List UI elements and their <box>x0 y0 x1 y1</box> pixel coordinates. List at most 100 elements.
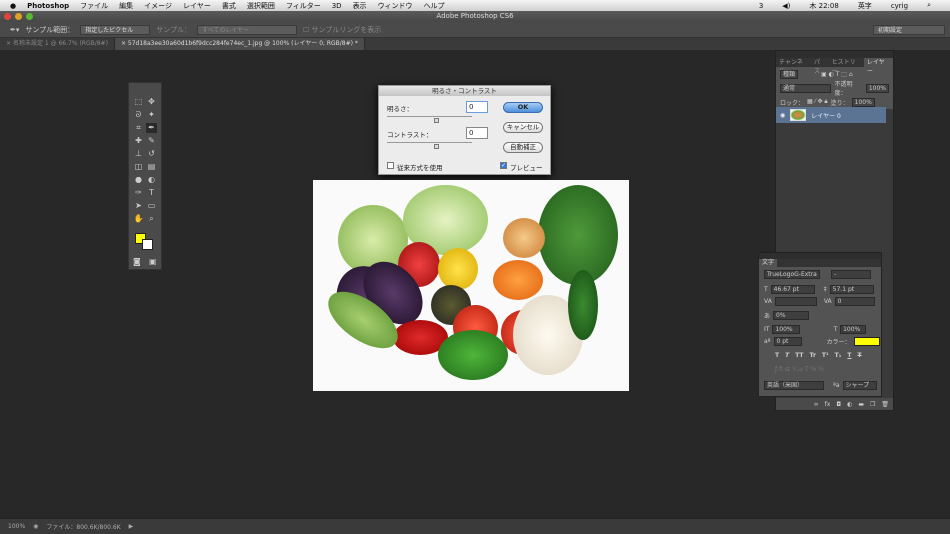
fx-icon[interactable]: fx <box>825 401 831 408</box>
panel-grip[interactable] <box>776 51 893 58</box>
adobe-status[interactable]: 3 <box>759 2 763 10</box>
all-caps-button[interactable]: TT <box>795 352 803 359</box>
document-canvas[interactable] <box>313 180 629 391</box>
lock-icons[interactable]: ▦ ⁄ ✥ 🔒︎ <box>807 98 828 106</box>
blend-mode-select[interactable]: 通常 <box>780 83 832 93</box>
adjustment-icon[interactable]: ◐ <box>847 401 852 408</box>
apple-icon[interactable]: ● <box>10 2 16 10</box>
subscript-button[interactable]: T₁ <box>835 352 842 359</box>
auto-button[interactable]: 自動補正 <box>503 142 543 153</box>
screen-mode-icon[interactable]: ▣ <box>149 257 157 267</box>
tracking-input[interactable]: 0 <box>834 297 875 306</box>
layer-filter-select[interactable]: 種類 <box>780 69 799 79</box>
opacity-input[interactable]: 100% <box>865 83 889 93</box>
menu-type[interactable]: 書式 <box>222 1 236 11</box>
small-caps-button[interactable]: Tr <box>810 352 816 359</box>
menu-layer[interactable]: レイヤー <box>183 1 211 11</box>
brightness-slider[interactable] <box>387 116 472 117</box>
kerning-select[interactable] <box>774 297 817 306</box>
menu-image[interactable]: イメージ <box>144 1 172 11</box>
user-name[interactable]: cyrig <box>891 2 908 10</box>
ok-button[interactable]: OK <box>503 102 543 113</box>
input-method[interactable]: 英字 <box>858 1 872 11</box>
hand-tool-icon[interactable]: ✋ <box>133 214 144 224</box>
menu-select[interactable]: 選択範囲 <box>247 1 275 11</box>
contrast-input[interactable]: 0 <box>466 127 488 139</box>
background-color-swatch[interactable] <box>142 239 153 250</box>
font-family-select[interactable]: TrueLogoG-Extra <box>764 270 820 279</box>
menu-photoshop[interactable]: Photoshop <box>27 2 69 10</box>
superscript-button[interactable]: T¹ <box>822 352 829 359</box>
sample-size-select[interactable]: 指定したピクセル <box>80 24 151 35</box>
brightness-input[interactable]: 0 <box>466 101 488 113</box>
preview-checkbox[interactable]: ✓ <box>500 162 507 169</box>
clock[interactable]: 木 22:08 <box>809 1 838 11</box>
spotlight-icon[interactable]: ⌕ <box>927 1 931 10</box>
pen-tool-icon[interactable]: ✑ <box>133 188 144 198</box>
vertical-scale-input[interactable]: 100% <box>772 325 801 334</box>
underline-button[interactable]: T <box>847 352 851 359</box>
faux-bold-button[interactable]: T <box>775 352 779 359</box>
tab-channels[interactable]: チャンネル <box>776 58 811 75</box>
filter-icons[interactable]: ▣ ◐ T ⬚ ⌂ <box>821 71 853 78</box>
menu-3d[interactable]: 3D <box>332 2 342 10</box>
contrast-slider[interactable] <box>387 142 472 143</box>
font-size-input[interactable]: 46.67 pt <box>770 285 815 294</box>
volume-icon[interactable]: ◀) <box>782 2 790 10</box>
new-layer-icon[interactable]: ❐ <box>870 401 875 408</box>
mask-icon[interactable]: ◘ <box>836 401 841 408</box>
crop-tool-icon[interactable]: ⌗ <box>133 123 144 133</box>
menu-window[interactable]: ウィンドウ <box>378 1 413 11</box>
stamp-tool-icon[interactable]: ⊥ <box>133 149 144 159</box>
gradient-tool-icon[interactable]: ▤ <box>146 162 157 172</box>
horizontal-scale-input[interactable]: 100% <box>840 325 867 334</box>
eye-icon[interactable]: ◉ <box>780 112 785 119</box>
antialias-select[interactable]: シャープ <box>842 381 877 390</box>
show-ring-checkbox[interactable]: ☐ サンプルリングを表示 <box>303 25 381 35</box>
tab-paths[interactable]: パス <box>811 58 829 75</box>
folder-icon[interactable]: ▬ <box>858 401 864 408</box>
font-style-select[interactable]: - <box>831 270 871 279</box>
language-select[interactable]: 英語（米国） <box>764 381 824 390</box>
tab-character[interactable]: 文字 <box>759 259 778 267</box>
marquee-tool-icon[interactable]: ⬚ <box>133 97 144 107</box>
close-button[interactable] <box>4 13 11 20</box>
layer-row[interactable]: ◉ レイヤー 0 <box>776 107 886 123</box>
fill-input[interactable]: 100% <box>851 97 875 107</box>
baseline-input[interactable]: 0 pt <box>773 337 802 346</box>
healing-brush-icon[interactable]: ✚ <box>133 136 144 146</box>
opentype-buttons[interactable]: ƒ ﬁ st ⅟ 𝒜 T ⅜ ½ <box>775 366 824 374</box>
dodge-tool-icon[interactable]: ◐ <box>146 175 157 185</box>
menu-edit[interactable]: 編集 <box>119 1 133 11</box>
lasso-tool-icon[interactable]: ᘐ <box>133 110 144 120</box>
menu-help[interactable]: ヘルプ <box>424 1 445 11</box>
move-tool-icon[interactable]: ✥ <box>146 97 157 107</box>
blur-tool-icon[interactable]: ● <box>133 175 144 185</box>
menu-view[interactable]: 表示 <box>353 1 367 11</box>
status-icon[interactable]: ◉ <box>33 523 38 530</box>
eraser-tool-icon[interactable]: ◫ <box>133 162 144 172</box>
menu-file[interactable]: ファイル <box>80 1 108 11</box>
brush-tool-icon[interactable]: ✎ <box>146 136 157 146</box>
strikethrough-button[interactable]: Ŧ <box>857 352 861 359</box>
cancel-button[interactable]: キャンセル <box>503 122 543 133</box>
tab-layers[interactable]: レイヤー <box>863 58 893 75</box>
trash-icon[interactable]: 🗑︎ <box>881 401 889 408</box>
brightness-slider-thumb[interactable] <box>434 118 439 123</box>
sample-select[interactable]: すべてのレイヤー <box>196 24 297 35</box>
link-icon[interactable]: ∞ <box>814 401 819 408</box>
eyedropper-icon[interactable]: ✒▾ <box>10 26 19 34</box>
zoom-button[interactable] <box>26 13 33 20</box>
quick-mask-icon[interactable]: ◙ <box>133 257 141 267</box>
zoom-level[interactable]: 100% <box>8 523 25 530</box>
text-color-swatch[interactable] <box>853 337 880 346</box>
magic-wand-icon[interactable]: ✦ <box>146 110 157 120</box>
tab-history[interactable]: ヒストリー <box>829 58 864 75</box>
type-tool-icon[interactable]: T <box>146 188 157 198</box>
leading-input[interactable]: 57.1 pt <box>829 285 874 294</box>
shape-tool-icon[interactable]: ▭ <box>146 201 157 211</box>
history-brush-icon[interactable]: ↺ <box>146 149 157 159</box>
workspace-select[interactable]: 初期設定 <box>873 24 945 35</box>
faux-italic-button[interactable]: T <box>785 352 789 359</box>
tab-untitled[interactable]: × 名称未設定 1 @ 66.7% (RGB/8#) <box>0 38 115 50</box>
